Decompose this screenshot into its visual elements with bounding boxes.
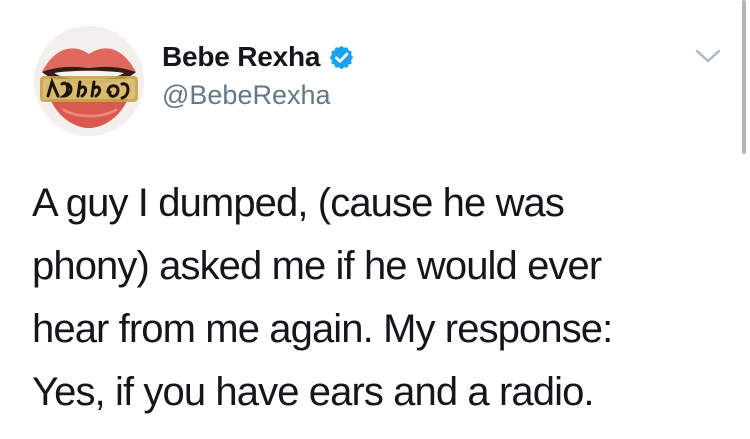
tweet-text-line: phony) asked me if he would ever bbox=[32, 244, 602, 288]
tweet-text-line: Yes, if you have ears and a radio. bbox=[32, 370, 595, 414]
chevron-down-icon[interactable] bbox=[694, 47, 722, 65]
tweet-text-line: A guy I dumped, (cause he was bbox=[32, 181, 565, 225]
verified-badge-icon bbox=[330, 45, 354, 69]
author-handle[interactable]: @BebeRexha bbox=[162, 80, 331, 111]
avatar[interactable] bbox=[34, 26, 144, 136]
author-name-row[interactable]: Bebe Rexha bbox=[162, 40, 355, 74]
lips-grill-avatar-icon bbox=[34, 26, 144, 136]
author-display-name[interactable]: Bebe Rexha bbox=[162, 41, 320, 73]
tweet-text: A guy I dumped, (cause he was phony) ask… bbox=[32, 172, 732, 424]
tweet-card: Bebe Rexha @BebeRexha A guy I dumped, (c… bbox=[0, 0, 750, 439]
tweet-text-line: hear from me again. My response: bbox=[32, 307, 613, 351]
scrollbar-thumb[interactable] bbox=[742, 0, 746, 154]
